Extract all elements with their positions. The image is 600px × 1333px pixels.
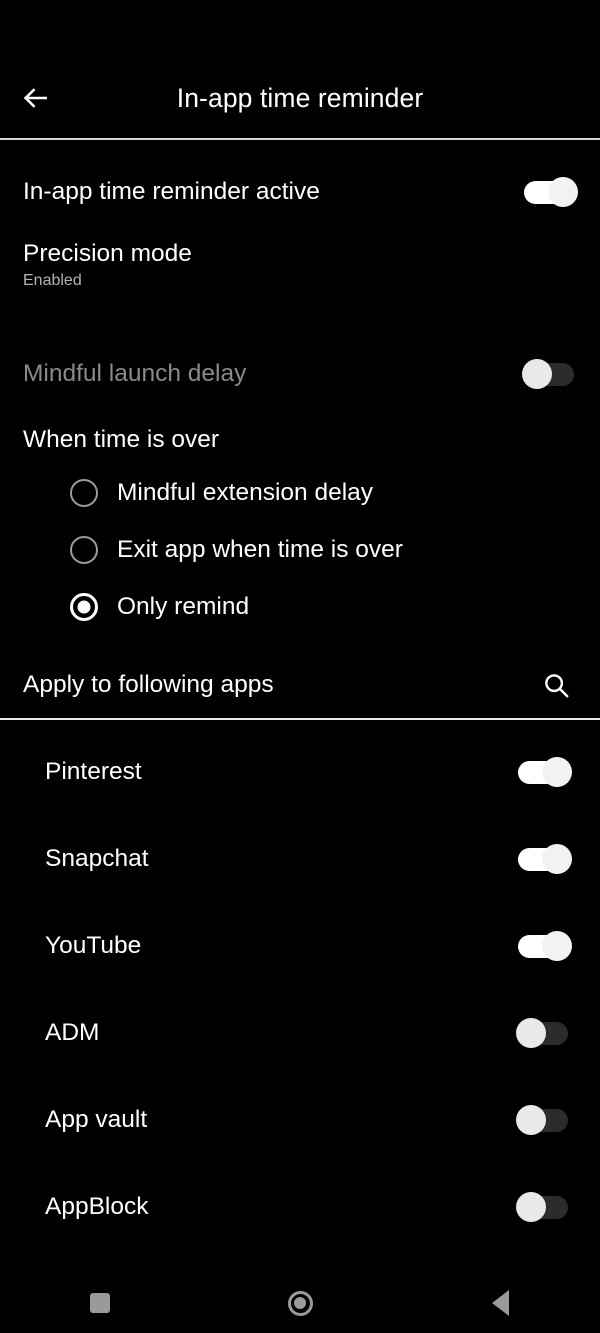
- setting-label-mindful-launch-delay: Mindful launch delay: [23, 359, 247, 387]
- setting-text-reminder-active: In-app time reminder active: [23, 178, 320, 207]
- app-bar: In-app time reminder: [0, 58, 600, 138]
- app-name: YouTube: [45, 931, 142, 959]
- settings-section: In-app time reminder active Precision mo…: [0, 140, 600, 718]
- app-toggle-adm[interactable]: [516, 1017, 572, 1048]
- app-row-youtube[interactable]: YouTube: [0, 902, 600, 989]
- apps-list: Pinterest Snapchat YouTube ADM App vault: [0, 720, 600, 1250]
- radio-option-exit-app-when-time-is-over[interactable]: Exit app when time is over: [0, 521, 600, 578]
- app-row-app-vault[interactable]: App vault: [0, 1076, 600, 1163]
- arrow-left-icon: [23, 88, 47, 108]
- app-row-appblock[interactable]: AppBlock: [0, 1163, 600, 1250]
- apply-to-apps-label: Apply to following apps: [23, 671, 274, 698]
- toggle-knob: [542, 843, 572, 874]
- page-title: In-app time reminder: [176, 82, 424, 113]
- search-icon: [545, 674, 569, 698]
- toggle-knob: [548, 177, 578, 207]
- triangle-back-icon: [491, 1290, 509, 1316]
- app-row-pinterest[interactable]: Pinterest: [0, 728, 600, 815]
- app-name: AppBlock: [45, 1192, 149, 1220]
- app-name: Pinterest: [45, 757, 142, 785]
- app-toggle-youtube[interactable]: [516, 930, 572, 961]
- app-name: Snapchat: [45, 844, 149, 872]
- home-button[interactable]: [265, 1273, 335, 1333]
- app-name: App vault: [45, 1105, 148, 1133]
- apply-to-apps-header: Apply to following apps: [0, 652, 600, 718]
- system-navigation-bar: [0, 1273, 600, 1333]
- toggle-reminder-active[interactable]: [522, 177, 578, 207]
- setting-row-reminder-active[interactable]: In-app time reminder active: [0, 150, 600, 234]
- setting-text-mindful-launch-delay: Mindful launch delay: [23, 360, 246, 389]
- status-bar: [0, 0, 600, 58]
- app-name: ADM: [45, 1018, 100, 1046]
- setting-row-mindful-launch-delay[interactable]: Mindful launch delay: [0, 330, 600, 418]
- radio-option-label: Exit app when time is over: [117, 535, 403, 563]
- app-toggle-app-vault[interactable]: [516, 1104, 572, 1135]
- radio-option-label: Mindful extension delay: [117, 478, 374, 506]
- app-toggle-appblock[interactable]: [516, 1191, 572, 1222]
- search-button[interactable]: [536, 665, 576, 705]
- toggle-knob: [516, 1191, 546, 1222]
- toggle-knob: [516, 1104, 546, 1135]
- square-recents-icon: [90, 1293, 110, 1313]
- toggle-knob: [542, 930, 572, 961]
- toggle-knob: [522, 359, 552, 389]
- setting-label-precision-mode: Precision mode: [23, 240, 192, 267]
- system-back-button[interactable]: [465, 1273, 535, 1333]
- radio-button-icon-selected: [70, 592, 98, 621]
- toggle-mindful-launch-delay[interactable]: [522, 359, 578, 389]
- radio-button-icon: [70, 535, 98, 564]
- app-toggle-pinterest[interactable]: [516, 756, 572, 787]
- app-row-snapchat[interactable]: Snapchat: [0, 815, 600, 902]
- app-row-adm[interactable]: ADM: [0, 989, 600, 1076]
- setting-text-precision-mode: Precision mode Enabled: [23, 240, 192, 290]
- app-toggle-snapchat[interactable]: [516, 843, 572, 874]
- setting-row-precision-mode[interactable]: Precision mode Enabled: [0, 234, 600, 330]
- radio-option-mindful-extension-delay[interactable]: Mindful extension delay: [0, 464, 600, 521]
- toggle-knob: [542, 756, 572, 787]
- recents-button[interactable]: [65, 1273, 135, 1333]
- setting-value-precision-mode: Enabled: [23, 271, 82, 289]
- toggle-knob: [516, 1017, 546, 1048]
- radio-group-title: When time is over: [23, 426, 220, 453]
- radio-option-only-remind[interactable]: Only remind: [0, 578, 600, 635]
- circle-home-icon: [287, 1290, 313, 1316]
- back-button[interactable]: [6, 69, 64, 127]
- setting-label-reminder-active: In-app time reminder active: [23, 177, 320, 205]
- radio-button-icon: [70, 478, 98, 507]
- radio-option-label: Only remind: [117, 592, 250, 620]
